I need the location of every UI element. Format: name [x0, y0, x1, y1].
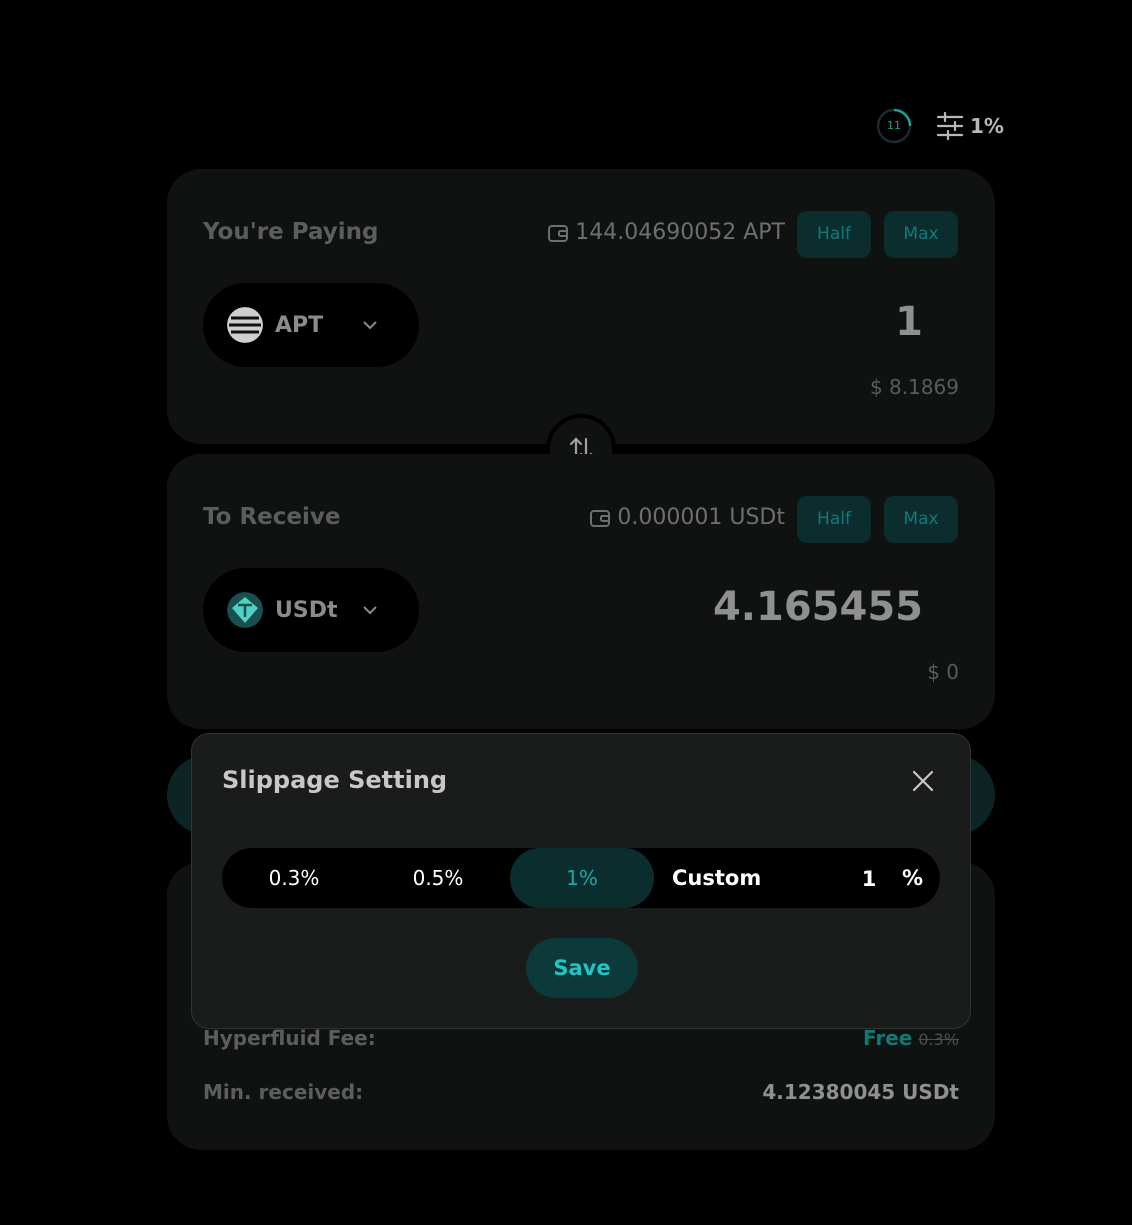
receive-label: To Receive [203, 504, 341, 530]
chevron-down-icon [363, 321, 377, 330]
fee-row: Hyperfluid Fee: Free 0.3% [203, 1026, 959, 1050]
slippage-options: 0.3% 0.5% 1% Custom % [222, 848, 940, 908]
slippage-settings-button[interactable]: 1% [936, 111, 1004, 141]
usdt-logo-icon [227, 592, 263, 628]
pay-balance-value: 144.04690052 APT [575, 220, 785, 245]
receive-balance-value: 0.000001 USDt [617, 505, 785, 530]
pay-max-button[interactable]: Max [884, 211, 958, 258]
fee-label: Hyperfluid Fee: [203, 1026, 376, 1050]
receive-card: To Receive 0.000001 USDt Half Max USDt 4… [167, 454, 995, 729]
custom-slippage-input[interactable] [852, 862, 886, 896]
pay-token-name: APT [275, 312, 324, 338]
refresh-count: 11 [887, 119, 901, 132]
pay-usd-value: $ 8.1869 [869, 375, 959, 399]
fee-value: Free [862, 1026, 913, 1050]
sliders-icon [936, 112, 964, 140]
chevron-down-icon [363, 606, 377, 615]
wallet-icon [548, 224, 569, 242]
receive-token-name: USDt [275, 597, 338, 623]
receive-balance: 0.000001 USDt [589, 505, 785, 530]
wallet-icon [590, 509, 611, 527]
slippage-option-1[interactable]: 1% [510, 848, 654, 908]
receive-half-button[interactable]: Half [797, 496, 871, 543]
receive-token-selector[interactable]: USDt [203, 568, 419, 652]
custom-label: Custom [672, 866, 762, 890]
slippage-option-0-3[interactable]: 0.3% [222, 848, 366, 908]
pay-balance: 144.04690052 APT [547, 220, 785, 245]
pay-token-selector[interactable]: APT [203, 283, 419, 367]
min-received-label: Min. received: [203, 1080, 364, 1104]
close-icon[interactable] [910, 768, 936, 794]
slippage-display: 1% [970, 114, 1004, 138]
pay-half-button[interactable]: Half [797, 211, 871, 258]
min-received-value: 4.12380045 USDt [762, 1080, 959, 1104]
refresh-timer[interactable]: 11 [876, 108, 912, 144]
slippage-modal: Slippage Setting 0.3% 0.5% 1% Custom % S… [191, 733, 971, 1029]
percent-sign: % [902, 866, 924, 890]
min-received-row: Min. received: 4.12380045 USDt [203, 1080, 959, 1104]
receive-amount: 4.165455 [712, 584, 923, 630]
apt-logo-icon [227, 307, 263, 343]
pay-label: You're Paying [203, 219, 379, 245]
receive-usd-value: $ 0 [927, 660, 959, 684]
fee-original: 0.3% [918, 1030, 959, 1049]
pay-card: You're Paying 144.04690052 APT Half Max … [167, 169, 995, 444]
pay-amount-input[interactable]: 1 [895, 299, 923, 345]
receive-max-button[interactable]: Max [884, 496, 958, 543]
slippage-option-0-5[interactable]: 0.5% [366, 848, 510, 908]
modal-title: Slippage Setting [222, 766, 448, 794]
save-button[interactable]: Save [526, 938, 638, 998]
